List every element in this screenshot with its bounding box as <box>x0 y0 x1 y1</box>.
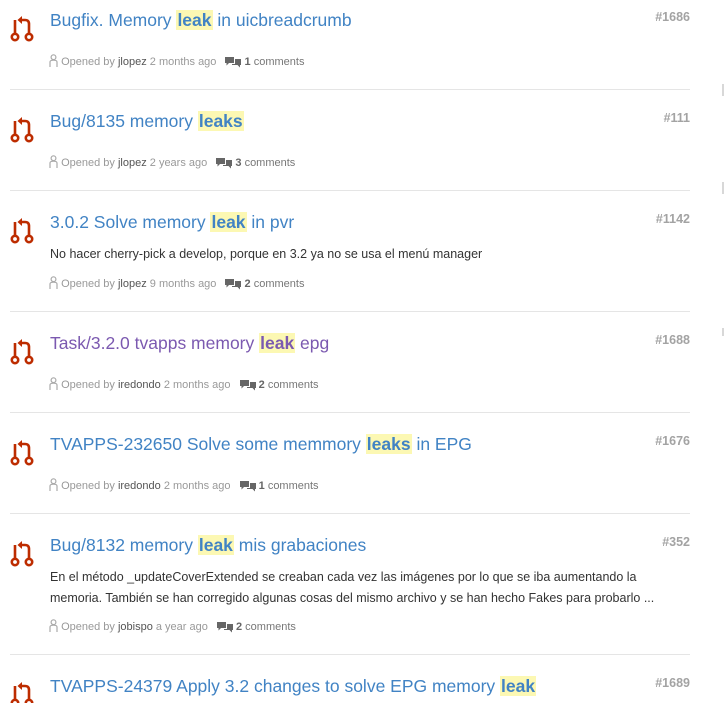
search-results-list: Bugfix. Memory leak in uicbreadcrumb #16… <box>0 0 724 703</box>
time-ago: 2 months ago <box>163 379 231 391</box>
time-ago: 9 months ago <box>149 278 217 290</box>
pr-meta: Opened by iredondo 2 months ago 1 commen… <box>49 478 319 493</box>
pr-number[interactable]: #1689 <box>655 674 690 692</box>
comments-count: 1 <box>244 56 251 68</box>
comments-link[interactable]: 1 comments <box>225 56 304 68</box>
pr-meta: Opened by jlopez 2 years ago 3 comments <box>49 155 295 170</box>
comments-count: 2 <box>258 379 265 391</box>
opened-by-label: Opened by <box>61 480 115 492</box>
search-highlight: leaks <box>365 434 412 454</box>
person-icon <box>49 377 58 390</box>
divider <box>10 654 690 655</box>
person-icon <box>49 619 58 632</box>
comments-link[interactable]: 2 comments <box>216 621 296 633</box>
comments-link[interactable]: 2 comments <box>239 379 319 391</box>
pr-meta: Opened by jobispo a year ago 2 comments <box>49 619 296 634</box>
pr-number[interactable]: #111 <box>664 109 690 127</box>
result-item: Bugfix. Memory leak in uicbreadcrumb #16… <box>0 8 700 90</box>
right-edge-marks <box>718 0 724 703</box>
comments-count: 2 <box>244 278 251 290</box>
pr-number[interactable]: #352 <box>662 533 690 551</box>
comment-discussion-icon <box>225 279 242 290</box>
divider <box>10 412 690 413</box>
comments-link[interactable]: 2 comments <box>225 278 304 290</box>
author-link[interactable]: jlopez <box>118 157 147 169</box>
git-pull-request-icon <box>10 339 34 365</box>
person-icon <box>49 276 58 289</box>
pr-title-link[interactable]: Bug/8135 memory leaks <box>50 109 244 133</box>
opened-by-label: Opened by <box>61 278 115 290</box>
pr-meta: Opened by jlopez 9 months ago 2 comments <box>49 276 304 291</box>
opened-by-label: Opened by <box>61 157 115 169</box>
result-item: 3.0.2 Solve memory leak in pvr #1142 No … <box>0 210 700 312</box>
comment-discussion-icon <box>225 57 242 68</box>
person-icon <box>49 155 58 168</box>
comment-discussion-icon <box>239 481 256 492</box>
comment-discussion-icon <box>239 380 256 391</box>
pr-number[interactable]: #1686 <box>655 8 690 26</box>
pr-meta: Opened by jlopez 2 months ago 1 comments <box>49 54 304 69</box>
author-link[interactable]: jlopez <box>118 278 147 290</box>
author-link[interactable]: jobispo <box>118 621 153 633</box>
git-pull-request-icon <box>10 16 34 42</box>
search-highlight: leak <box>197 535 234 555</box>
opened-by-label: Opened by <box>61 621 115 633</box>
result-item: Bug/8135 memory leaks #111 Opened by jlo… <box>0 109 700 191</box>
comment-discussion-icon <box>216 158 233 169</box>
author-link[interactable]: jlopez <box>118 56 147 68</box>
git-pull-request-icon <box>10 218 34 244</box>
comments-count: 3 <box>235 157 242 169</box>
pr-number[interactable]: #1676 <box>655 432 690 450</box>
pr-title-link[interactable]: 3.0.2 Solve memory leak in pvr <box>50 210 294 234</box>
search-highlight: leak <box>259 333 296 353</box>
person-icon <box>49 54 58 67</box>
comments-link[interactable]: 3 comments <box>216 157 295 169</box>
divider <box>10 89 690 90</box>
pr-title-link[interactable]: Bug/8132 memory leak mis grabaciones <box>50 533 366 557</box>
pr-number[interactable]: #1688 <box>655 331 690 349</box>
pr-meta: Opened by iredondo 2 months ago 2 commen… <box>49 377 319 392</box>
result-item: Task/3.2.0 tvapps memory leak epg #1688 … <box>0 331 700 413</box>
pr-title-link[interactable]: TVAPPS-24379 Apply 3.2 changes to solve … <box>50 674 537 698</box>
git-pull-request-icon <box>10 541 34 567</box>
comments-link[interactable]: 1 comments <box>239 480 319 492</box>
comments-count: 2 <box>235 621 243 633</box>
result-item: Bug/8132 memory leak mis grabaciones #35… <box>0 533 700 655</box>
pr-title-link[interactable]: Bugfix. Memory leak in uicbreadcrumb <box>50 8 352 32</box>
divider <box>10 190 690 191</box>
time-ago: 2 months ago <box>149 56 217 68</box>
git-pull-request-icon <box>10 682 34 703</box>
author-link[interactable]: iredondo <box>118 480 161 492</box>
opened-by-label: Opened by <box>61 379 115 391</box>
pr-description: En el método _updateCoverExtended se cre… <box>50 570 655 605</box>
person-icon <box>49 478 58 491</box>
time-ago: a year ago <box>155 621 208 633</box>
search-highlight: leaks <box>197 111 244 131</box>
git-pull-request-icon <box>10 440 34 466</box>
pr-title-link[interactable]: TVAPPS-232650 Solve some memmory leaks i… <box>50 432 472 456</box>
divider <box>10 513 690 514</box>
pr-description: No hacer cherry-pick a develop, porque e… <box>50 247 483 261</box>
pr-title-link[interactable]: Task/3.2.0 tvapps memory leak epg <box>50 331 329 355</box>
opened-by-label: Opened by <box>61 56 115 68</box>
comment-discussion-icon <box>216 622 233 633</box>
git-pull-request-icon <box>10 117 34 143</box>
comments-count: 1 <box>258 480 265 492</box>
result-item: TVAPPS-24379 Apply 3.2 changes to solve … <box>0 674 700 703</box>
pr-number[interactable]: #1142 <box>656 210 690 228</box>
result-item: TVAPPS-232650 Solve some memmory leaks i… <box>0 432 700 514</box>
search-highlight: leak <box>500 676 537 696</box>
time-ago: 2 years ago <box>149 157 208 169</box>
author-link[interactable]: iredondo <box>118 379 161 391</box>
divider <box>10 311 690 312</box>
time-ago: 2 months ago <box>163 480 231 492</box>
search-highlight: leak <box>210 212 247 232</box>
search-highlight: leak <box>176 10 213 30</box>
